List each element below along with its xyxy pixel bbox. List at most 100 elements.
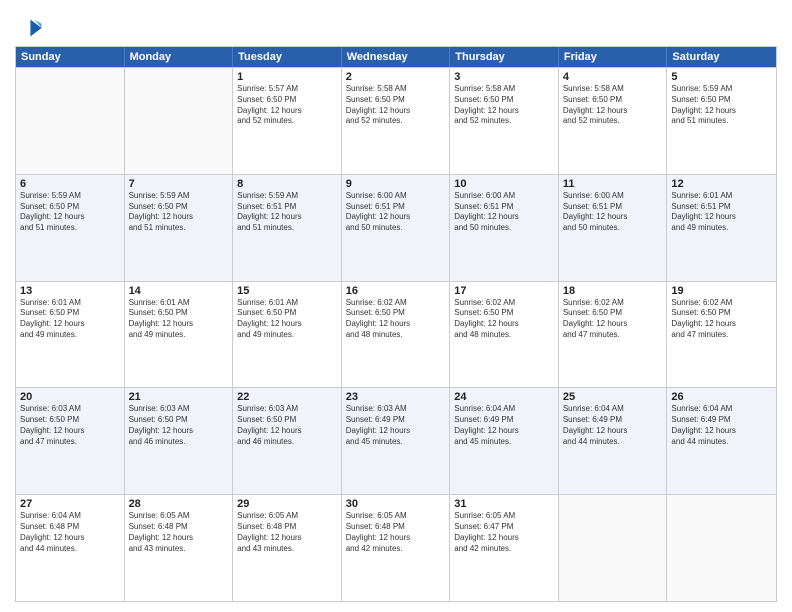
cell-info: Sunrise: 5:57 AM Sunset: 6:50 PM Dayligh… <box>237 84 337 127</box>
header <box>15 10 777 42</box>
calendar-cell: 8Sunrise: 5:59 AM Sunset: 6:51 PM Daylig… <box>233 175 342 281</box>
cell-info: Sunrise: 5:59 AM Sunset: 6:50 PM Dayligh… <box>671 84 772 127</box>
calendar-cell: 22Sunrise: 6:03 AM Sunset: 6:50 PM Dayli… <box>233 388 342 494</box>
calendar-week: 20Sunrise: 6:03 AM Sunset: 6:50 PM Dayli… <box>16 387 776 494</box>
calendar-cell: 7Sunrise: 5:59 AM Sunset: 6:50 PM Daylig… <box>125 175 234 281</box>
day-number: 10 <box>454 178 554 190</box>
day-number: 9 <box>346 178 446 190</box>
calendar-body: 1Sunrise: 5:57 AM Sunset: 6:50 PM Daylig… <box>16 67 776 601</box>
day-number: 16 <box>346 285 446 297</box>
calendar-cell: 26Sunrise: 6:04 AM Sunset: 6:49 PM Dayli… <box>667 388 776 494</box>
day-number: 19 <box>671 285 772 297</box>
calendar-cell <box>125 68 234 174</box>
calendar-cell: 4Sunrise: 5:58 AM Sunset: 6:50 PM Daylig… <box>559 68 668 174</box>
day-number: 20 <box>20 391 120 403</box>
cell-info: Sunrise: 6:00 AM Sunset: 6:51 PM Dayligh… <box>346 191 446 234</box>
day-number: 5 <box>671 71 772 83</box>
logo <box>15 14 46 42</box>
day-number: 11 <box>563 178 663 190</box>
cell-info: Sunrise: 6:05 AM Sunset: 6:47 PM Dayligh… <box>454 511 554 554</box>
day-number: 30 <box>346 498 446 510</box>
calendar-cell: 28Sunrise: 6:05 AM Sunset: 6:48 PM Dayli… <box>125 495 234 601</box>
day-number: 12 <box>671 178 772 190</box>
day-number: 29 <box>237 498 337 510</box>
calendar-page: SundayMondayTuesdayWednesdayThursdayFrid… <box>0 0 792 612</box>
day-number: 17 <box>454 285 554 297</box>
calendar-header-cell: Friday <box>559 47 668 67</box>
cell-info: Sunrise: 6:01 AM Sunset: 6:50 PM Dayligh… <box>20 298 120 341</box>
cell-info: Sunrise: 6:04 AM Sunset: 6:49 PM Dayligh… <box>563 404 663 447</box>
calendar-cell: 13Sunrise: 6:01 AM Sunset: 6:50 PM Dayli… <box>16 282 125 388</box>
calendar-cell: 24Sunrise: 6:04 AM Sunset: 6:49 PM Dayli… <box>450 388 559 494</box>
calendar-week: 27Sunrise: 6:04 AM Sunset: 6:48 PM Dayli… <box>16 494 776 601</box>
calendar-cell: 1Sunrise: 5:57 AM Sunset: 6:50 PM Daylig… <box>233 68 342 174</box>
day-number: 27 <box>20 498 120 510</box>
day-number: 14 <box>129 285 229 297</box>
calendar-cell: 10Sunrise: 6:00 AM Sunset: 6:51 PM Dayli… <box>450 175 559 281</box>
calendar-cell: 30Sunrise: 6:05 AM Sunset: 6:48 PM Dayli… <box>342 495 451 601</box>
cell-info: Sunrise: 6:02 AM Sunset: 6:50 PM Dayligh… <box>563 298 663 341</box>
cell-info: Sunrise: 6:05 AM Sunset: 6:48 PM Dayligh… <box>129 511 229 554</box>
calendar-cell <box>16 68 125 174</box>
calendar-cell: 31Sunrise: 6:05 AM Sunset: 6:47 PM Dayli… <box>450 495 559 601</box>
cell-info: Sunrise: 6:02 AM Sunset: 6:50 PM Dayligh… <box>671 298 772 341</box>
day-number: 18 <box>563 285 663 297</box>
calendar-header-cell: Thursday <box>450 47 559 67</box>
cell-info: Sunrise: 6:03 AM Sunset: 6:49 PM Dayligh… <box>346 404 446 447</box>
calendar: SundayMondayTuesdayWednesdayThursdayFrid… <box>15 46 777 602</box>
calendar-header-cell: Saturday <box>667 47 776 67</box>
calendar-cell: 11Sunrise: 6:00 AM Sunset: 6:51 PM Dayli… <box>559 175 668 281</box>
calendar-cell: 19Sunrise: 6:02 AM Sunset: 6:50 PM Dayli… <box>667 282 776 388</box>
calendar-cell: 17Sunrise: 6:02 AM Sunset: 6:50 PM Dayli… <box>450 282 559 388</box>
day-number: 23 <box>346 391 446 403</box>
cell-info: Sunrise: 6:04 AM Sunset: 6:49 PM Dayligh… <box>671 404 772 447</box>
calendar-cell <box>667 495 776 601</box>
cell-info: Sunrise: 5:59 AM Sunset: 6:51 PM Dayligh… <box>237 191 337 234</box>
day-number: 28 <box>129 498 229 510</box>
cell-info: Sunrise: 6:00 AM Sunset: 6:51 PM Dayligh… <box>454 191 554 234</box>
cell-info: Sunrise: 6:04 AM Sunset: 6:48 PM Dayligh… <box>20 511 120 554</box>
calendar-cell: 23Sunrise: 6:03 AM Sunset: 6:49 PM Dayli… <box>342 388 451 494</box>
calendar-cell: 18Sunrise: 6:02 AM Sunset: 6:50 PM Dayli… <box>559 282 668 388</box>
cell-info: Sunrise: 5:58 AM Sunset: 6:50 PM Dayligh… <box>563 84 663 127</box>
day-number: 24 <box>454 391 554 403</box>
cell-info: Sunrise: 6:04 AM Sunset: 6:49 PM Dayligh… <box>454 404 554 447</box>
day-number: 26 <box>671 391 772 403</box>
cell-info: Sunrise: 6:05 AM Sunset: 6:48 PM Dayligh… <box>237 511 337 554</box>
cell-info: Sunrise: 6:01 AM Sunset: 6:51 PM Dayligh… <box>671 191 772 234</box>
calendar-cell: 15Sunrise: 6:01 AM Sunset: 6:50 PM Dayli… <box>233 282 342 388</box>
cell-info: Sunrise: 6:00 AM Sunset: 6:51 PM Dayligh… <box>563 191 663 234</box>
calendar-week: 6Sunrise: 5:59 AM Sunset: 6:50 PM Daylig… <box>16 174 776 281</box>
day-number: 31 <box>454 498 554 510</box>
cell-info: Sunrise: 6:01 AM Sunset: 6:50 PM Dayligh… <box>129 298 229 341</box>
day-number: 7 <box>129 178 229 190</box>
day-number: 4 <box>563 71 663 83</box>
day-number: 21 <box>129 391 229 403</box>
cell-info: Sunrise: 6:03 AM Sunset: 6:50 PM Dayligh… <box>237 404 337 447</box>
cell-info: Sunrise: 5:58 AM Sunset: 6:50 PM Dayligh… <box>454 84 554 127</box>
calendar-cell: 25Sunrise: 6:04 AM Sunset: 6:49 PM Dayli… <box>559 388 668 494</box>
calendar-cell: 29Sunrise: 6:05 AM Sunset: 6:48 PM Dayli… <box>233 495 342 601</box>
cell-info: Sunrise: 6:02 AM Sunset: 6:50 PM Dayligh… <box>454 298 554 341</box>
cell-info: Sunrise: 6:02 AM Sunset: 6:50 PM Dayligh… <box>346 298 446 341</box>
calendar-week: 13Sunrise: 6:01 AM Sunset: 6:50 PM Dayli… <box>16 281 776 388</box>
cell-info: Sunrise: 6:03 AM Sunset: 6:50 PM Dayligh… <box>20 404 120 447</box>
calendar-cell: 5Sunrise: 5:59 AM Sunset: 6:50 PM Daylig… <box>667 68 776 174</box>
day-number: 2 <box>346 71 446 83</box>
calendar-cell <box>559 495 668 601</box>
day-number: 8 <box>237 178 337 190</box>
calendar-header-cell: Monday <box>125 47 234 67</box>
calendar-cell: 9Sunrise: 6:00 AM Sunset: 6:51 PM Daylig… <box>342 175 451 281</box>
calendar-cell: 16Sunrise: 6:02 AM Sunset: 6:50 PM Dayli… <box>342 282 451 388</box>
calendar-cell: 27Sunrise: 6:04 AM Sunset: 6:48 PM Dayli… <box>16 495 125 601</box>
calendar-header-row: SundayMondayTuesdayWednesdayThursdayFrid… <box>16 47 776 67</box>
cell-info: Sunrise: 6:05 AM Sunset: 6:48 PM Dayligh… <box>346 511 446 554</box>
day-number: 6 <box>20 178 120 190</box>
cell-info: Sunrise: 5:59 AM Sunset: 6:50 PM Dayligh… <box>20 191 120 234</box>
calendar-cell: 3Sunrise: 5:58 AM Sunset: 6:50 PM Daylig… <box>450 68 559 174</box>
day-number: 1 <box>237 71 337 83</box>
calendar-header-cell: Sunday <box>16 47 125 67</box>
calendar-cell: 21Sunrise: 6:03 AM Sunset: 6:50 PM Dayli… <box>125 388 234 494</box>
day-number: 3 <box>454 71 554 83</box>
day-number: 22 <box>237 391 337 403</box>
